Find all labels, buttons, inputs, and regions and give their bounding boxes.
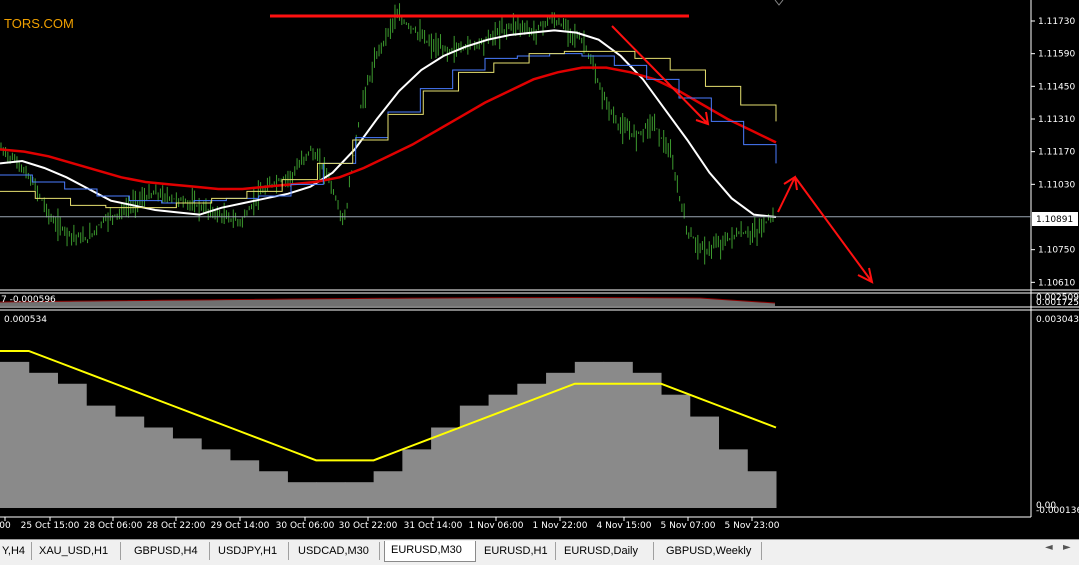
price-bars <box>0 3 774 265</box>
time-tick-label: 28 Oct 06:00 <box>84 521 143 531</box>
price-chart: 7 -0.000596 0.002509 0.001725 0.000534 0… <box>0 0 1079 531</box>
tab-gbpusd-weekly[interactable]: GBPUSD,Weekly <box>660 542 762 560</box>
indicator-lines <box>0 29 777 218</box>
histogram-bar <box>86 405 116 508</box>
tab-usdjpy-h1[interactable]: USDJPY,H1 <box>212 542 289 560</box>
tab-usdcad-m30[interactable]: USDCAD,M30 <box>292 542 380 560</box>
histogram-bars <box>0 349 777 508</box>
time-tick-label: 29 Oct 14:00 <box>211 521 270 531</box>
price-tick-label: 1.11030 <box>1038 180 1075 190</box>
price-tick-label: 1.10750 <box>1038 246 1075 256</box>
indicator1-label: 7 -0.000596 <box>1 295 56 305</box>
indicator1-value: 0.001725 <box>1036 298 1079 308</box>
histogram-bar <box>0 361 30 508</box>
price-tick-label: 1.11590 <box>1038 50 1075 60</box>
histogram-bar <box>661 394 691 508</box>
time-tick-label: 30 Oct 06:00 <box>276 521 335 531</box>
histogram-bar <box>201 449 231 508</box>
histogram-bar <box>431 427 461 508</box>
tab-scroll-left-icon[interactable]: ◄ <box>1045 542 1053 553</box>
histogram-bar <box>143 427 173 508</box>
time-tick-label: 28 Oct 22:00 <box>147 521 206 531</box>
price-tick-label: 1.11450 <box>1038 82 1075 92</box>
tab-eurusd-m30[interactable]: EURUSD,M30 <box>384 541 476 562</box>
time-tick-label: 00 <box>0 521 11 531</box>
tab-eurusd-daily[interactable]: EURUSD,Daily <box>558 542 654 560</box>
time-axis: 00 25 Oct 15:00 28 Oct 06:00 28 Oct 22:00 29… <box>0 517 780 531</box>
site-brand: TORS.COM <box>4 16 74 31</box>
tab-xau-usd-h1[interactable]: XAU_USD,H1 <box>33 542 121 560</box>
chart-tabs: Y,H4 XAU_USD,H1 GBPUSD,H4 USDJPY,H1 USDC… <box>0 539 1079 565</box>
time-tick-label: 1 Nov 06:00 <box>469 521 524 531</box>
arrow-head-icon <box>857 267 874 284</box>
histogram-bar <box>287 482 317 508</box>
time-tick-label: 4 Nov 15:00 <box>597 521 652 531</box>
histogram-bar <box>316 482 346 508</box>
tab-eurusd-h1[interactable]: EURUSD,H1 <box>478 542 556 560</box>
time-tick-label: 30 Oct 22:00 <box>339 521 398 531</box>
histogram-bar <box>344 482 375 508</box>
histogram-bar <box>747 471 777 508</box>
price-tick-label: 1.11730 <box>1038 17 1075 27</box>
histogram-bar <box>632 372 662 508</box>
tab-y-h4[interactable]: Y,H4 <box>0 542 32 560</box>
histogram-bar <box>172 438 202 508</box>
time-tick-label: 25 Oct 15:00 <box>21 521 80 531</box>
current-price-label: 1.10891 <box>1036 215 1073 225</box>
price-axis: 1.11730 1.11590 1.11450 1.11310 1.11170 1.110… <box>1031 17 1075 288</box>
histogram-bar <box>57 383 87 508</box>
histogram-bar <box>517 383 547 508</box>
histogram-bar <box>28 372 58 508</box>
histogram-bar <box>258 471 288 508</box>
histogram-bar <box>718 449 748 508</box>
histogram-bar <box>689 416 720 508</box>
forecast-down-line <box>794 176 873 283</box>
histogram-bar <box>229 460 260 508</box>
time-tick-label: 5 Nov 07:00 <box>661 521 716 531</box>
indicator2-max-label: 0.003043 <box>1036 315 1079 325</box>
time-tick-label: 1 Nov 22:00 <box>533 521 588 531</box>
histogram-bar <box>402 449 432 508</box>
time-tick-label: 5 Nov 23:00 <box>725 521 780 531</box>
tab-scroll-right-icon[interactable]: ► <box>1063 542 1071 553</box>
indicator2-min-label: -0.000136 <box>1036 506 1079 516</box>
price-tick-label: 1.11310 <box>1038 115 1075 125</box>
indicator2-label: 0.000534 <box>4 315 47 325</box>
price-tick-label: 1.10610 <box>1038 278 1075 288</box>
price-tick-label: 1.11170 <box>1038 148 1075 158</box>
chart-shift-icon[interactable] <box>774 0 784 6</box>
trend-arrow-down <box>611 25 709 125</box>
tab-gbpusd-h4[interactable]: GBPUSD,H4 <box>128 542 210 560</box>
time-tick-label: 31 Oct 14:00 <box>404 521 463 531</box>
histogram-bar <box>114 416 145 508</box>
histogram-bar <box>373 471 403 508</box>
